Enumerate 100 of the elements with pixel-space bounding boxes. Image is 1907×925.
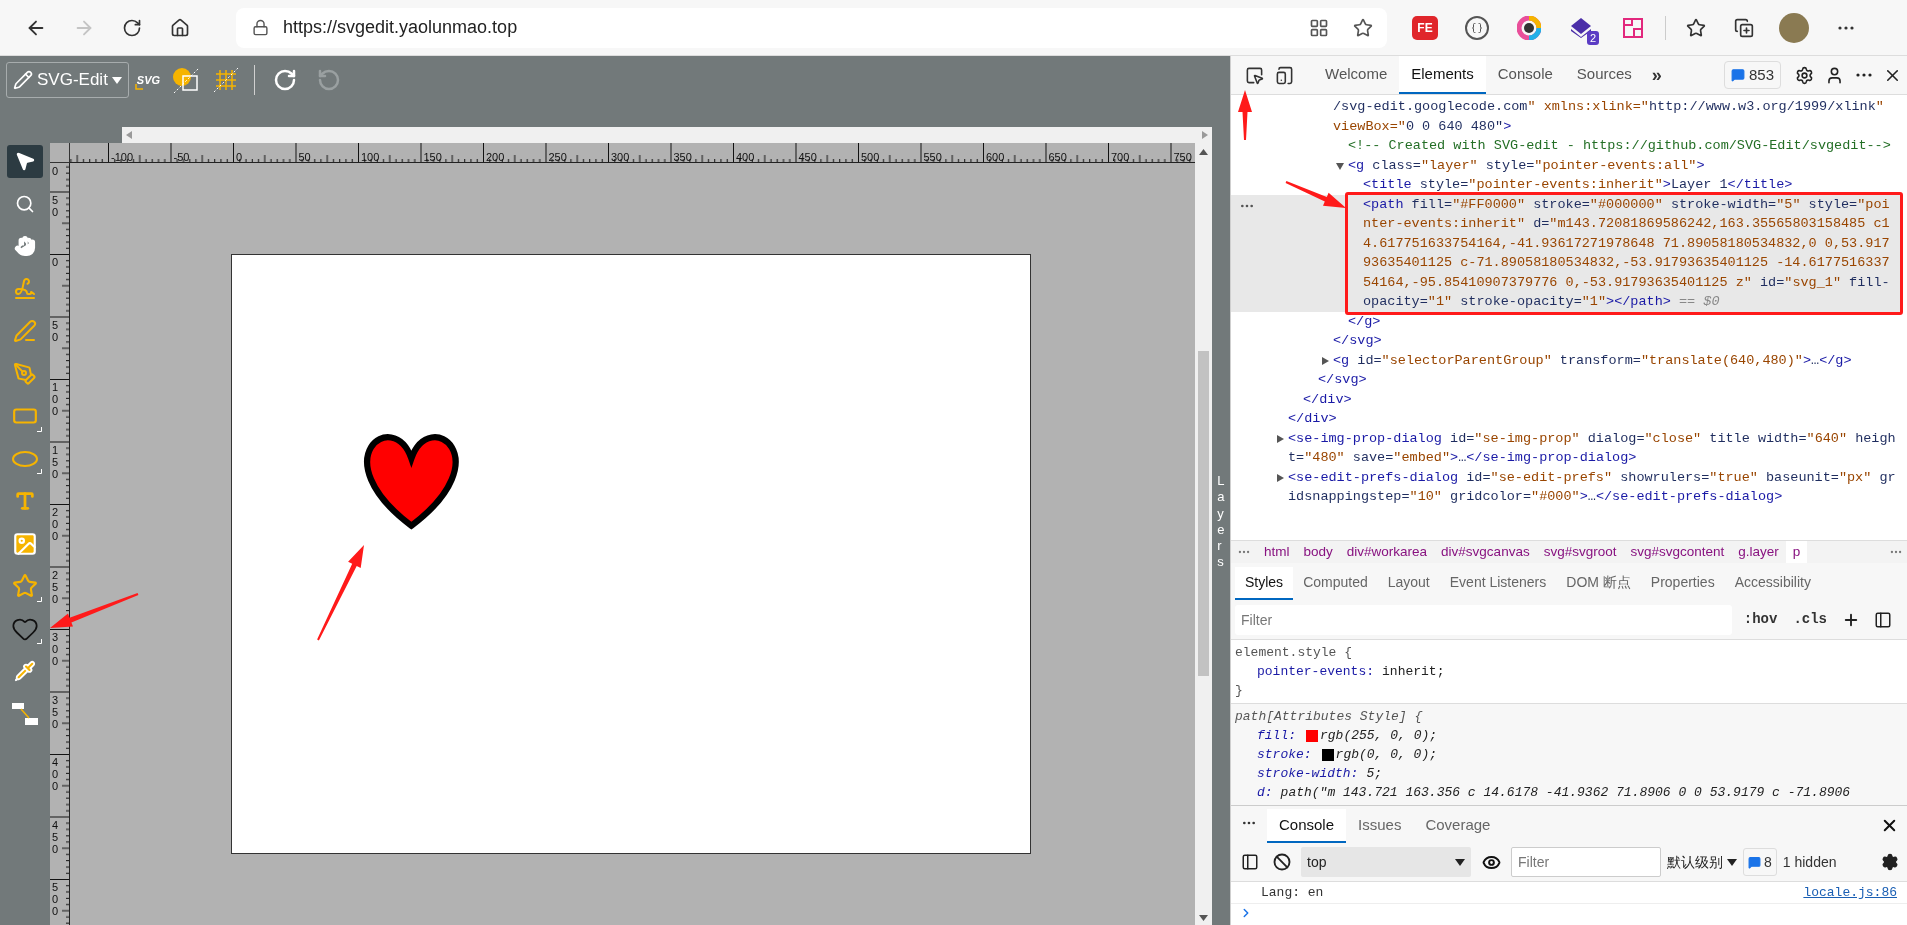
panel-tab[interactable]: DOM 断点 xyxy=(1556,567,1641,600)
html-comment: <!-- Created with SVG-edit - https://github.com/SVG-Edit/svgedit--> xyxy=(1348,137,1892,155)
styles-filter-field[interactable]: Filter xyxy=(1235,604,1732,635)
more-icon xyxy=(1856,73,1872,77)
expand-triangle-icon[interactable] xyxy=(1276,434,1284,443)
property-value: rgb(255, 0, 0); xyxy=(1320,727,1438,745)
devtools-tab[interactable]: Welcome xyxy=(1313,56,1400,94)
panel-tab[interactable]: Styles xyxy=(1235,567,1294,600)
ruler-label: 100 xyxy=(52,381,60,418)
annotation-arrow xyxy=(1285,181,1346,208)
redo-arrow-icon xyxy=(317,68,342,92)
ruler-label: 450 xyxy=(798,151,817,162)
dom-close-tag: </g> xyxy=(1348,311,1381,331)
panel-tab[interactable]: Accessibility xyxy=(1724,567,1821,600)
ruler-label: 450 xyxy=(52,818,60,855)
rule-selector: element.style { xyxy=(1235,644,1354,662)
flyout-corner-icon xyxy=(37,596,42,602)
log-level-select[interactable]: 默认级别 xyxy=(1667,851,1737,873)
address-bar[interactable]: https://svgedit.yaolunmao.top xyxy=(236,7,1387,48)
more-tabs-button[interactable]: » xyxy=(1643,61,1670,89)
scrollbar-thumb[interactable] xyxy=(1198,351,1209,676)
dom-tree-row[interactable]: <!-- Created with SVG-edit - https://github.com/SVG-Edit/svgedit--> xyxy=(1231,136,1903,156)
pen-nib-icon xyxy=(13,361,37,386)
dom-close-tag: </svg> xyxy=(1333,331,1382,351)
panel-tab[interactable]: Computed xyxy=(1293,567,1378,600)
issues-count-button[interactable]: 853 xyxy=(1723,61,1781,89)
ruler-label: 200 xyxy=(52,506,60,543)
expand-triangle-icon[interactable] xyxy=(1321,356,1329,365)
dom-tree-row[interactable]: <g class="layer" style="pointer-events:all"> xyxy=(1231,155,1903,175)
breadcrumb[interactable]: p xyxy=(1785,541,1808,563)
color-swatch[interactable] xyxy=(1321,748,1334,761)
drawer-tab[interactable]: Console xyxy=(1267,809,1347,843)
context-select[interactable]: top xyxy=(1301,847,1471,877)
frame-icon xyxy=(1622,16,1644,39)
breadcrumb[interactable]: html xyxy=(1257,541,1297,563)
extension-button[interactable]: 2 xyxy=(1555,9,1607,46)
expand-triangle-icon[interactable] xyxy=(1336,161,1344,170)
ruler-label: 150 xyxy=(52,443,60,480)
drawer-tab[interactable]: Issues xyxy=(1346,809,1414,843)
dom-element-code: <g id="selectorParentGroup" transform="translate(640,480)">…</g> xyxy=(1333,351,1853,370)
fe-logo-icon: FE xyxy=(1412,15,1438,40)
panel-tab[interactable]: Event Listeners xyxy=(1439,567,1557,600)
devtools-tab[interactable]: Elements xyxy=(1399,56,1486,94)
caret-icon xyxy=(111,76,122,84)
more-icon xyxy=(1838,25,1854,30)
ruler-label: 200 xyxy=(486,151,505,162)
braces-icon xyxy=(1465,15,1489,40)
dom-close-tag: </div> xyxy=(1303,389,1352,409)
home-icon xyxy=(170,17,190,38)
drawer-tab[interactable]: Coverage xyxy=(1413,809,1503,843)
tool-button[interactable] xyxy=(7,144,43,178)
expand-triangle-icon[interactable] xyxy=(1276,473,1284,482)
console-filter-field[interactable]: Filter xyxy=(1511,847,1661,877)
scroll-up-icon[interactable] xyxy=(1199,149,1208,155)
color-swatch[interactable] xyxy=(1306,729,1318,742)
panel-tab[interactable]: Properties xyxy=(1640,567,1725,600)
dom-tree-row[interactable]: <g id="selectorParentGroup" transform="translate(640,480)">…</g> xyxy=(1231,350,1903,370)
ruler-label: 250 xyxy=(52,568,60,605)
breadcrumb[interactable]: g.layer xyxy=(1731,541,1786,563)
ruler-label: 0 xyxy=(52,256,60,269)
style-toggle-button[interactable]: :hov xyxy=(1739,609,1782,630)
dom-tree-row[interactable]: <title style="pointer-events:inherit">Layer 1</title> xyxy=(1231,175,1903,195)
caret-icon xyxy=(1727,858,1737,866)
dom-tree-row[interactable]: /svg-edit.googlecode.com" xmlns:xlink="http://www.w3.org/1999/xlink" viewBox="0 0 640 480"> xyxy=(1231,97,1903,136)
dom-element-code: <path fill="#FF0000" stroke="#000000" stroke-width="5" style="pointer-events:inherit" d="m143.72081869586242,163.35565803158485 c14.617751633754164,-41.93617271978648 71.89058180534832,0 0,53.91793635401125 c-71.89058180534832,-53.91793635401125 -14.617751633754164,-95.85410907379776 0,-53.91793635401125 z" id="svg_1" fill-opacity="1" stroke-opacity="1"></path> == $0 xyxy=(1363,194,1903,312)
breadcrumb[interactable]: svg#svgroot xyxy=(1536,541,1624,563)
scroll-down-icon[interactable] xyxy=(1199,915,1208,921)
style-toggle-button[interactable]: .cls xyxy=(1789,609,1831,630)
settings-icon xyxy=(1881,853,1899,871)
breadcrumb[interactable]: body xyxy=(1296,541,1340,563)
dom-close-tag: </svg> xyxy=(1318,370,1367,390)
extension-button[interactable]: FE xyxy=(1399,9,1451,46)
panel-tab[interactable]: Layout xyxy=(1377,567,1440,600)
source-link[interactable]: locale.js:86 xyxy=(1803,882,1897,903)
favorite-add-icon[interactable] xyxy=(1353,17,1373,38)
breadcrumb[interactable]: svg#svgcontent xyxy=(1623,541,1732,563)
vertical-scrollbar[interactable] xyxy=(1195,143,1212,925)
property-name: fill: xyxy=(1257,727,1296,745)
console-issues-button[interactable]: 8 xyxy=(1743,848,1777,876)
main-menu-button[interactable]: SVG-Edit xyxy=(6,62,129,98)
device-icon xyxy=(1274,65,1294,85)
heart-shape[interactable] xyxy=(364,434,459,529)
ruler-label: 0 xyxy=(236,151,243,162)
apps-icon[interactable] xyxy=(1309,17,1329,38)
clear-icon xyxy=(1273,853,1291,871)
ruler-label: 50 xyxy=(298,151,311,162)
flyout-corner-icon xyxy=(37,469,42,475)
devtools-tab[interactable]: Sources xyxy=(1564,56,1644,94)
property-value: rgb(0, 0, 0); xyxy=(1335,746,1438,764)
property-value: 5; xyxy=(1366,765,1383,783)
caret-icon xyxy=(1455,858,1465,866)
breadcrumb[interactable]: div#svgcanvas xyxy=(1434,541,1537,563)
devtools-tab[interactable]: Console xyxy=(1485,56,1565,94)
export-svg-button[interactable]: SVG xyxy=(132,64,165,96)
ellipse-icon xyxy=(12,450,38,467)
rule-selector: path[Attributes Style] { xyxy=(1235,708,1424,726)
ruler-label: 550 xyxy=(923,151,942,162)
breadcrumb[interactable]: div#workarea xyxy=(1339,541,1435,563)
dom-tree-row[interactable] xyxy=(1231,194,1903,312)
ruler-label: 400 xyxy=(736,151,755,162)
